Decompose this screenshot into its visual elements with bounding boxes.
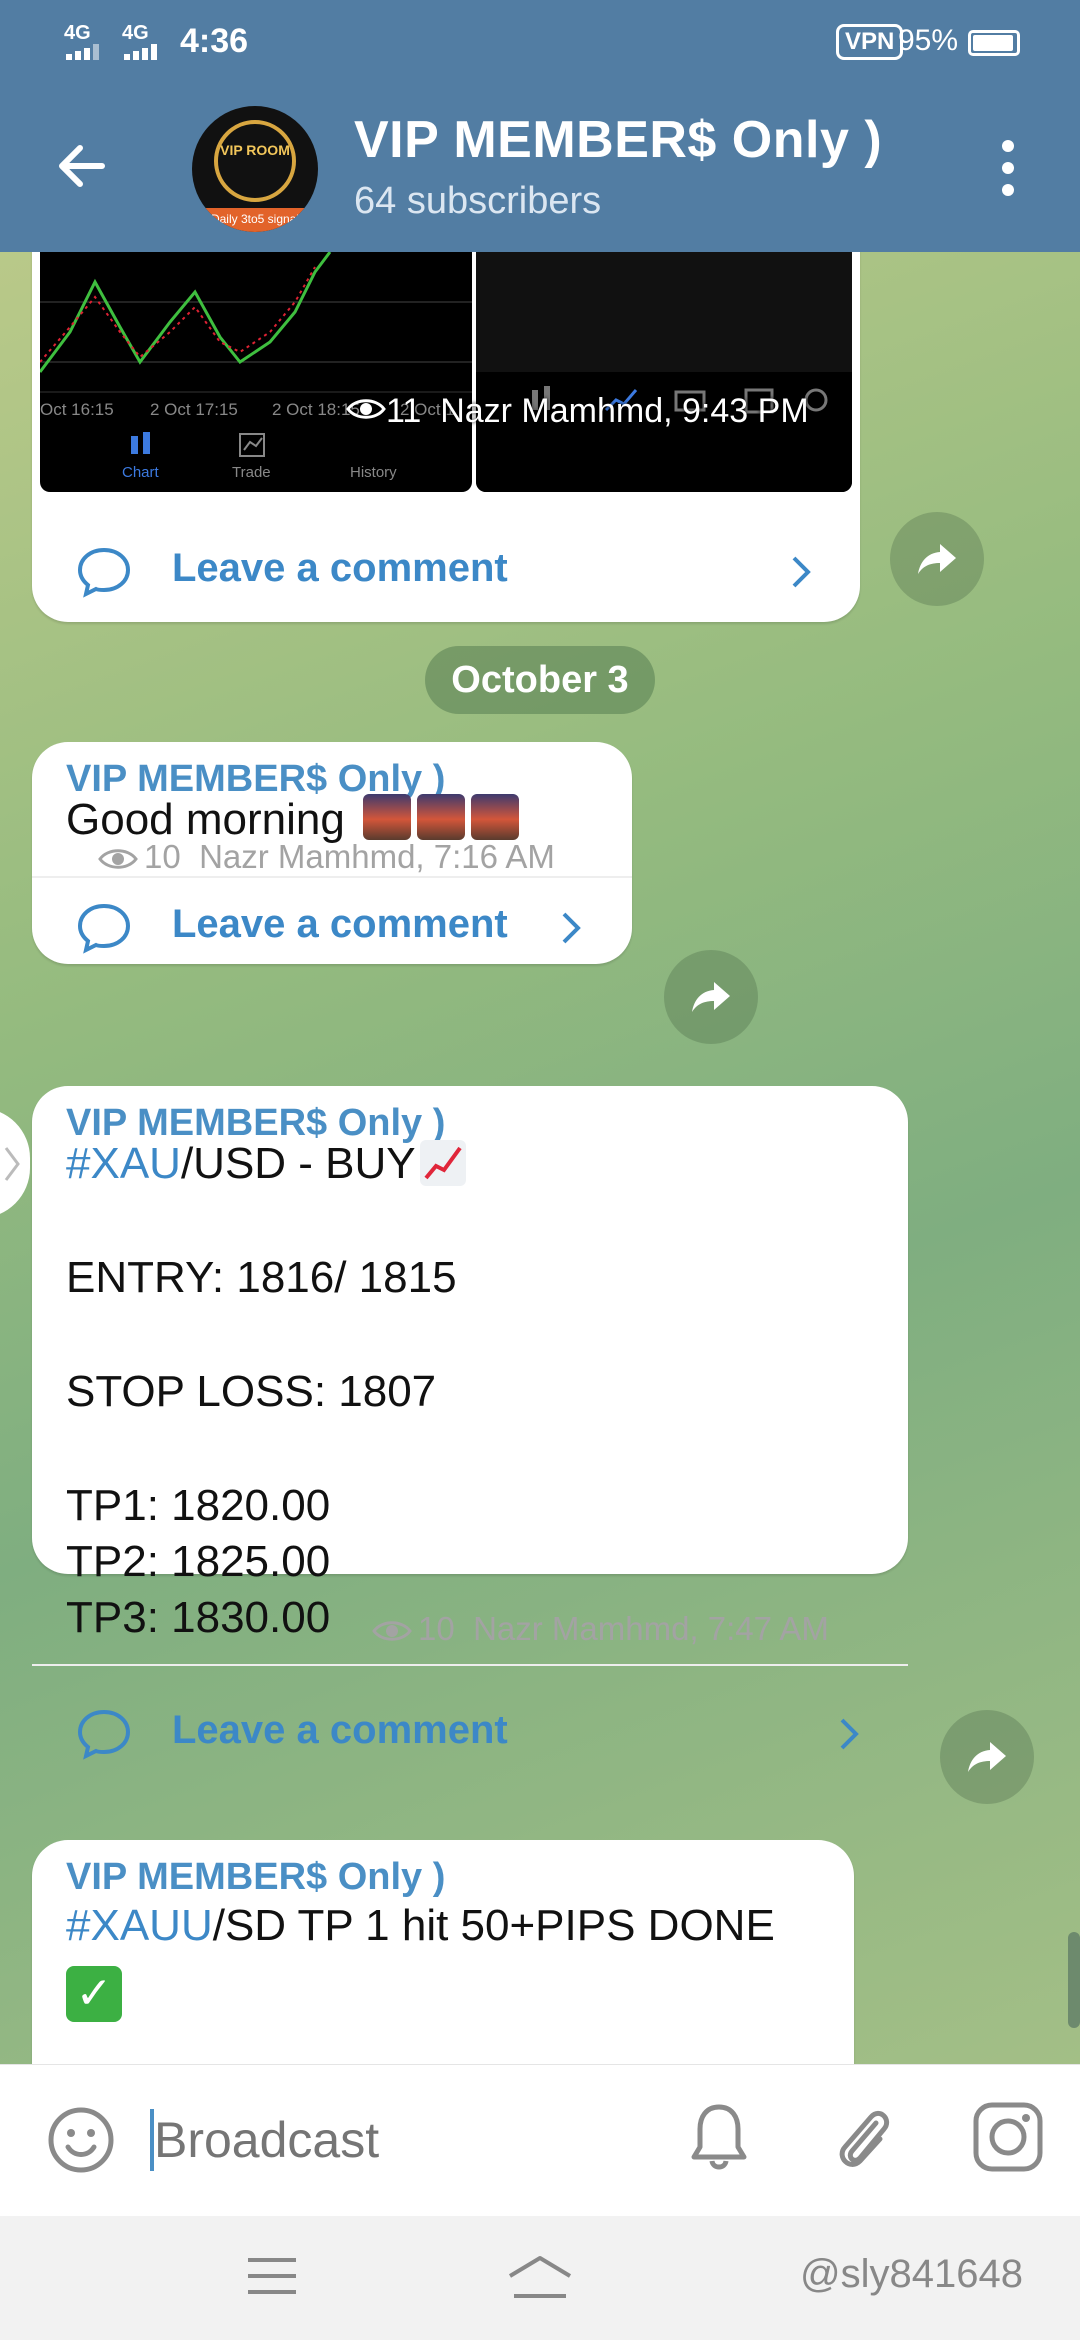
- check-mark-emoji: ✓: [66, 1966, 122, 2022]
- avatar-band: Daily 3to5 signal: [192, 208, 318, 232]
- trade-icon: [239, 433, 265, 457]
- sunrise-emoji: [471, 794, 520, 840]
- eye-icon: [98, 849, 138, 869]
- message-text-body: Good morning: [66, 795, 345, 844]
- share-arrow-icon: [918, 544, 956, 574]
- signal-bars-icon: [66, 44, 99, 60]
- menu-icon[interactable]: [244, 2254, 300, 2298]
- chart-screenshot-2[interactable]: [476, 252, 852, 492]
- view-count: 11: [386, 392, 422, 430]
- message-input-bar: [0, 2064, 1080, 2216]
- tab-trade: Trade: [232, 464, 271, 481]
- message-text: #XAUU/SD TP 1 hit 50+PIPS DONE: [66, 1898, 775, 1954]
- eye-icon: [346, 399, 386, 419]
- chart-increasing-emoji: [419, 1140, 466, 1186]
- vpn-badge: VPN: [836, 24, 904, 60]
- message-bubble-good-morning[interactable]: VIP MEMBER$ Only ) Good morning 10 Nazr …: [32, 742, 632, 964]
- scrollbar-thumb[interactable]: [1068, 1932, 1080, 2028]
- tp2-line: TP2: 1825.00: [66, 1537, 331, 1586]
- view-count: 10: [418, 1610, 455, 1647]
- watermark: @sly841648: [800, 2252, 1023, 2296]
- entry-line: ENTRY: 1816/ 1815: [66, 1253, 457, 1302]
- chat-area[interactable]: Oct 16:15 2 Oct 17:15 2 Oct 18:15 2 Oct …: [0, 252, 1080, 2064]
- author-time: Nazr Mamhmd, 7:47 AM: [473, 1610, 829, 1647]
- clock: 4:36: [180, 22, 249, 60]
- network-indicator-1: 4G: [64, 22, 91, 44]
- leave-comment-label: Leave a comment: [172, 546, 508, 590]
- message-text-body: /SD TP 1 hit 50+PIPS DONE: [212, 1901, 775, 1950]
- view-count: 10: [144, 838, 181, 875]
- signal-title-text: /USD - BUY: [180, 1139, 416, 1188]
- tick-label: Oct 16:15: [40, 400, 114, 419]
- tp1-line: TP1: 1820.00: [66, 1481, 331, 1530]
- message-meta: 10 Nazr Mamhmd, 7:16 AM: [98, 838, 555, 876]
- share-arrow-icon: [968, 1742, 1006, 1772]
- date-separator: October 3: [425, 646, 655, 714]
- system-nav-bar: @sly841648: [0, 2216, 1080, 2340]
- tp3-line: TP3: 1830.00: [66, 1593, 331, 1642]
- message-meta: 11 Nazr Mamhmd, 9:43 PM: [346, 392, 809, 431]
- status-bar: 4G 4G 4:36 VPN 95%: [0, 0, 1080, 84]
- side-panel-handle[interactable]: [0, 1108, 30, 1218]
- share-button[interactable]: [890, 512, 984, 606]
- chart-screenshot-1[interactable]: Oct 16:15 2 Oct 17:15 2 Oct 18:15 2 Oct …: [40, 252, 472, 492]
- subscriber-count: 64 subscribers: [354, 180, 602, 222]
- message-bubble-chart[interactable]: Oct 16:15 2 Oct 17:15 2 Oct 18:15 2 Oct …: [32, 252, 860, 622]
- candles-icon: [131, 432, 150, 454]
- hashtag-link[interactable]: #XAUU: [66, 1901, 213, 1950]
- hashtag-link[interactable]: #XAU: [66, 1139, 181, 1188]
- stop-loss-line: STOP LOSS: 1807: [66, 1367, 437, 1416]
- message-meta: 10 Nazr Mamhmd, 7:47 AM: [372, 1610, 829, 1648]
- leave-comment-row[interactable]: Leave a comment: [32, 1680, 908, 1790]
- leave-comment-row[interactable]: Leave a comment: [32, 874, 632, 984]
- channel-header: VIP ROOM Daily 3to5 signal VIP MEMBER$ O…: [0, 84, 1080, 252]
- sunrise-emoji: [363, 794, 412, 840]
- comment-bubble-icon: [77, 547, 131, 598]
- leave-comment-row[interactable]: Leave a comment: [32, 518, 860, 628]
- battery-percent: 95%: [898, 24, 959, 57]
- message-bubble-tp-hit[interactable]: VIP MEMBER$ Only ) #XAUU/SD TP 1 hit 50+…: [32, 1840, 854, 2064]
- channel-title[interactable]: VIP MEMBER$ Only ): [354, 110, 882, 170]
- comment-bubble-icon: [77, 903, 131, 954]
- back-arrow-icon[interactable]: [50, 134, 114, 198]
- more-options-icon[interactable]: [996, 140, 1020, 200]
- signal-title: #XAU/USD - BUY: [66, 1136, 466, 1192]
- bell-icon[interactable]: [686, 2099, 752, 2175]
- network-indicator-2: 4G: [122, 22, 149, 44]
- author-time: Nazr Mamhmd, 9:43 PM: [440, 392, 809, 430]
- leave-comment-label: Leave a comment: [172, 1708, 508, 1752]
- tick-label: 2 Oct 17:15: [150, 400, 238, 419]
- chevron-right-icon: [4, 1147, 20, 1181]
- smile-icon[interactable]: [46, 2105, 116, 2175]
- bubble-divider: [32, 1664, 908, 1666]
- chevron-right-icon: [562, 912, 581, 944]
- channel-avatar[interactable]: VIP ROOM Daily 3to5 signal: [192, 106, 318, 232]
- battery-icon: [968, 30, 1020, 56]
- signal-bars-icon-2: [124, 44, 157, 60]
- share-button[interactable]: [940, 1710, 1034, 1804]
- instagram-camera-icon[interactable]: [970, 2099, 1046, 2175]
- chevron-right-icon: [792, 556, 811, 588]
- broadcast-input[interactable]: [154, 2105, 634, 2175]
- leave-comment-label: Leave a comment: [172, 902, 508, 946]
- share-button[interactable]: [664, 950, 758, 1044]
- tab-chart: Chart: [122, 464, 159, 481]
- tab-history: History: [350, 464, 397, 481]
- chevron-right-icon: [840, 1718, 859, 1750]
- avatar-ring: [214, 120, 296, 202]
- comment-bubble-icon: [77, 1709, 131, 1760]
- share-arrow-icon: [692, 982, 730, 1012]
- paperclip-icon[interactable]: [830, 2099, 896, 2175]
- sender-name[interactable]: VIP MEMBER$ Only ): [66, 1856, 445, 1899]
- sunrise-emoji: [417, 794, 466, 840]
- home-icon[interactable]: [504, 2254, 576, 2302]
- avatar-text: VIP ROOM: [220, 142, 290, 158]
- author-time: Nazr Mamhmd, 7:16 AM: [199, 838, 555, 875]
- eye-icon: [372, 1621, 412, 1641]
- message-bubble-signal[interactable]: VIP MEMBER$ Only ) #XAU/USD - BUY ENTRY:…: [32, 1086, 908, 1760]
